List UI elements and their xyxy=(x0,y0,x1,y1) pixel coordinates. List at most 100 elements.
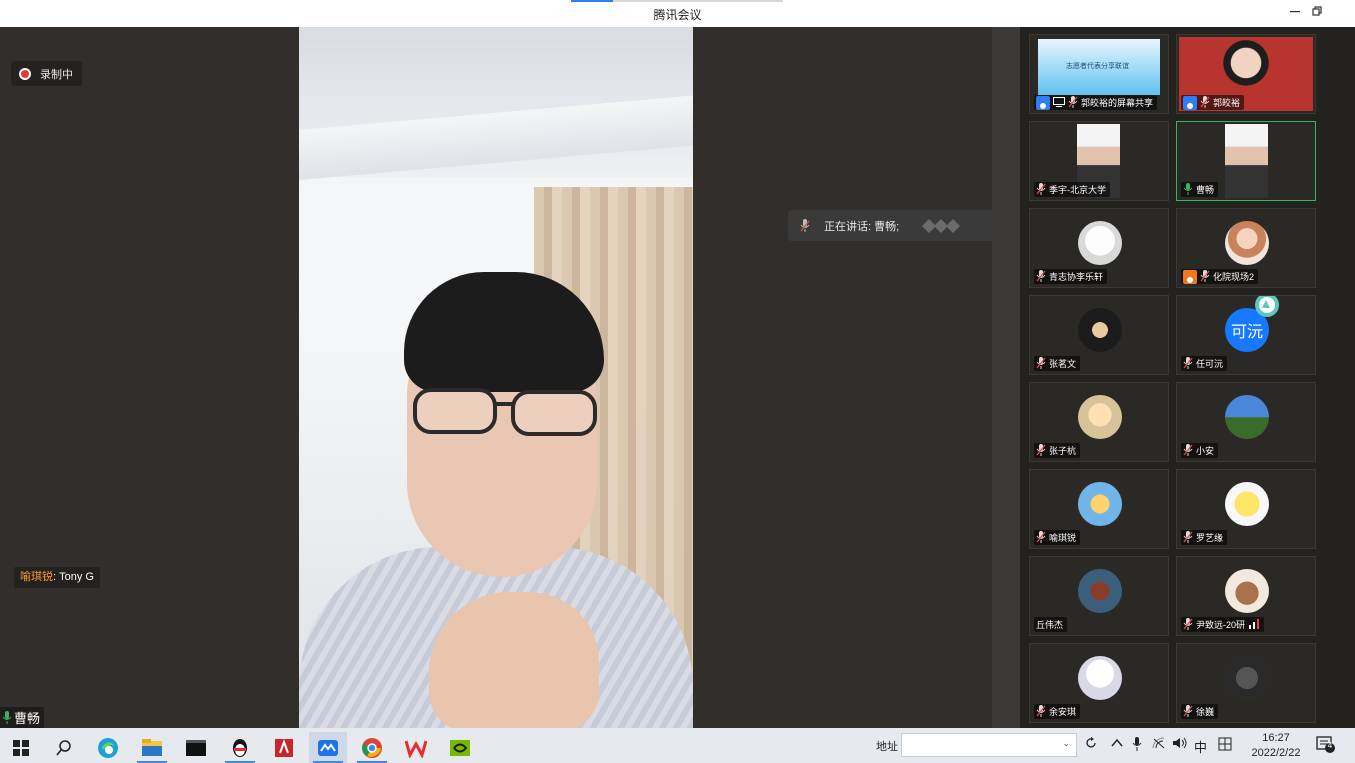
address-input[interactable]: ⌄ xyxy=(901,733,1077,757)
avatar xyxy=(1078,656,1122,700)
caption-speaker: 喻琪锐 xyxy=(20,571,53,583)
participant-tile[interactable]: 尹致远-20研 xyxy=(1176,556,1316,636)
avatar xyxy=(1225,395,1269,439)
edge-icon xyxy=(98,737,118,758)
avatar xyxy=(1225,656,1269,700)
recording-label: 录制中 xyxy=(40,68,73,81)
clock-date: 2022/2/22 xyxy=(1251,747,1301,759)
participant-name-bar: 尹致远-20研 xyxy=(1181,617,1265,632)
microphone-tray[interactable] xyxy=(1132,737,1142,754)
ime-mode-button[interactable] xyxy=(1218,737,1232,754)
mic-muted-icon xyxy=(1068,95,1078,110)
notification-center-button[interactable]: 4 xyxy=(1316,736,1336,754)
title-bar: 腾讯会议 xyxy=(0,0,1355,27)
wps-app[interactable] xyxy=(397,732,435,763)
avatar xyxy=(1078,395,1122,439)
mic-active-icon xyxy=(1183,182,1193,197)
qq-app[interactable] xyxy=(221,732,259,763)
mic-muted-icon xyxy=(1183,617,1193,632)
tray-expand-button[interactable] xyxy=(1111,737,1123,751)
participant-name: 曹畅 xyxy=(1196,185,1215,195)
system-clock[interactable]: 16:27 2022/2/22 xyxy=(1245,731,1307,761)
restore-button[interactable] xyxy=(1306,4,1328,22)
participant-tile[interactable]: 喻琪锐 xyxy=(1029,469,1169,549)
participant-tile[interactable]: 丘伟杰 xyxy=(1029,556,1169,636)
participant-tile[interactable]: 余安琪 xyxy=(1029,643,1169,723)
mic-active-icon xyxy=(2,711,12,724)
speaking-label: 正在讲话: 曹畅; xyxy=(824,220,900,233)
meeting-icon xyxy=(318,739,338,756)
participant-tile[interactable]: 青志协李乐轩 xyxy=(1029,208,1169,288)
participant-tile[interactable]: 张茗文 xyxy=(1029,295,1169,375)
participant-name-bar: 曹畅 xyxy=(1181,182,1219,197)
main-video[interactable] xyxy=(299,27,693,728)
autocad-app[interactable] xyxy=(265,732,303,763)
participant-tile[interactable]: 郭皎裕 xyxy=(1176,34,1316,114)
mic-muted-icon xyxy=(1036,443,1046,458)
ime-indicator[interactable]: 中 xyxy=(1194,737,1207,756)
participant-name-bar: 罗艺缘 xyxy=(1181,530,1228,545)
screen-share-preview: 志愿者代表分享联谊 xyxy=(1038,39,1160,95)
start-button[interactable] xyxy=(2,732,40,763)
participant-name: 郭皎裕 xyxy=(1213,98,1241,108)
self-name: 曹畅 xyxy=(14,711,41,726)
mic-muted-icon xyxy=(1036,182,1046,197)
mic-muted-icon xyxy=(1036,269,1046,284)
nvidia-icon xyxy=(450,739,470,756)
participant-tile[interactable]: 张子杭 xyxy=(1029,382,1169,462)
participant-tile[interactable]: 小安 xyxy=(1176,382,1316,462)
chevron-up-icon xyxy=(1111,738,1123,747)
volume-tray[interactable] xyxy=(1172,737,1188,752)
avatar xyxy=(1078,221,1122,265)
avatar xyxy=(1078,569,1122,613)
participant-tile[interactable]: 季宇-北京大学 xyxy=(1029,121,1169,201)
refresh-button[interactable] xyxy=(1085,737,1097,752)
avatar xyxy=(1078,308,1122,352)
participant-tile[interactable]: 志愿者代表分享联谊 郭皎裕的屏幕共享 xyxy=(1029,34,1169,114)
search-button[interactable] xyxy=(45,732,83,763)
participant-tile[interactable]: 可沅 任可沅 xyxy=(1176,295,1316,375)
terminal-icon xyxy=(186,739,206,756)
minimize-button[interactable] xyxy=(1284,4,1306,22)
participant-name: 小安 xyxy=(1196,446,1215,456)
participant-tile[interactable]: 化院现场2 xyxy=(1176,208,1316,288)
chevron-down-icon[interactable]: ⌄ xyxy=(1062,738,1070,749)
user-role-icon xyxy=(1183,95,1197,110)
refresh-icon xyxy=(1086,737,1096,748)
participant-tile[interactable]: 曹畅 xyxy=(1176,121,1316,201)
participant-name-bar: 青志协李乐轩 xyxy=(1034,269,1108,284)
share-slide-text: 志愿者代表分享联谊 xyxy=(1066,63,1129,70)
window-title: 腾讯会议 xyxy=(653,8,702,22)
participant-name-bar: 任可沅 xyxy=(1181,356,1228,371)
wps-icon xyxy=(405,740,427,758)
user-role-icon xyxy=(1036,95,1050,110)
mic-muted-icon xyxy=(1183,356,1193,371)
nvidia-app[interactable] xyxy=(441,732,479,763)
network-tray[interactable] xyxy=(1152,737,1166,752)
participant-tile[interactable]: 徐巍 xyxy=(1176,643,1316,723)
clock-time: 16:27 xyxy=(1262,732,1290,744)
chrome-app[interactable] xyxy=(353,732,391,763)
mic-muted-icon xyxy=(1183,704,1193,719)
windows-icon xyxy=(13,739,29,756)
terminal-app[interactable] xyxy=(177,732,215,763)
windows-taskbar: 地址 ⌄ 中 16:27 2022/2/22 4 xyxy=(0,728,1355,763)
participant-name: 余安琪 xyxy=(1049,707,1077,717)
tencent-meeting-app[interactable] xyxy=(309,732,347,763)
panel-scrollbar[interactable] xyxy=(992,27,1020,728)
file-explorer-app[interactable] xyxy=(133,732,171,763)
edge-app[interactable] xyxy=(89,732,127,763)
participant-tile[interactable]: 罗艺缘 xyxy=(1176,469,1316,549)
mic-muted-icon xyxy=(1200,269,1210,284)
mic-muted-icon xyxy=(1183,530,1193,545)
wifi-icon xyxy=(1152,737,1165,749)
participant-name-bar: 余安琪 xyxy=(1034,704,1081,719)
participant-name: 青志协李乐轩 xyxy=(1049,272,1104,282)
mic-muted-icon xyxy=(1036,356,1046,371)
self-name-tag: 曹畅 xyxy=(0,707,45,728)
participant-name: 喻琪锐 xyxy=(1049,533,1077,543)
main-stage: 录制中 正在讲话: 曹畅; 喻琪锐: Tony G 曹畅 xyxy=(0,27,1003,728)
recording-indicator[interactable]: 录制中 xyxy=(11,61,82,86)
participant-name: 化院现场2 xyxy=(1213,272,1255,282)
microphone-icon xyxy=(1132,737,1142,751)
